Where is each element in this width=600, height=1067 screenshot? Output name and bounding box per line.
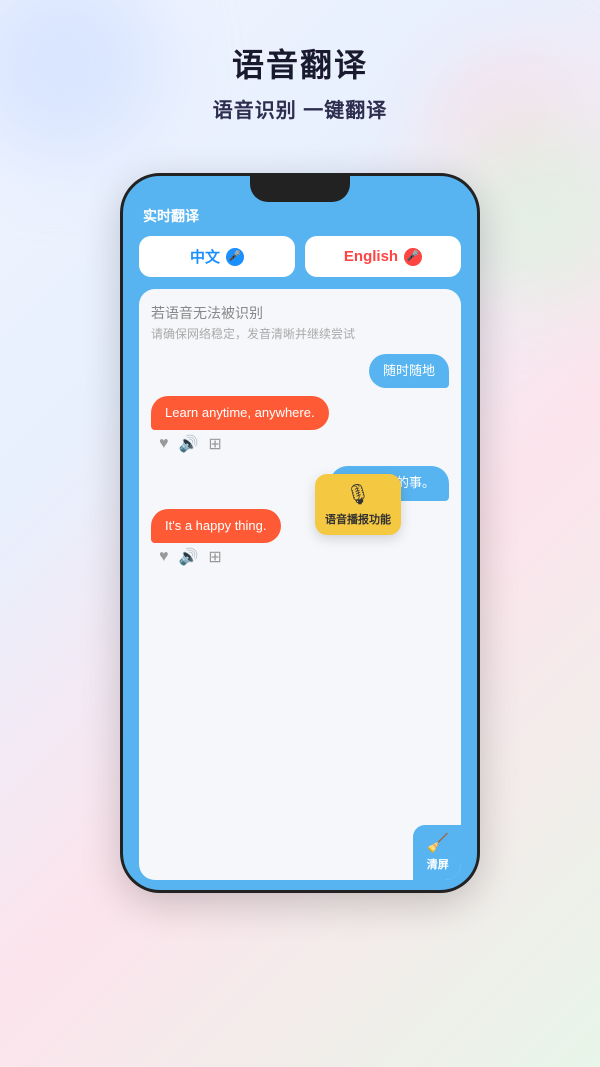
message-row-2: Learn anytime, anywhere. ♥ 🔊 ⊞ (151, 396, 449, 458)
clear-screen-button[interactable]: 🧹 清屏 (413, 825, 461, 880)
lang-english-label: English (344, 248, 398, 265)
error-message: 若语音无法被识别 请确保网络稳定，发音清晰并继续尝试 (151, 303, 449, 342)
tooltip-voice-broadcast: 🎙 语音播报功能 (315, 474, 401, 535)
bubble-left-2: It's a happy thing. (151, 509, 281, 543)
page-header: 语音翻译 语音识别 一键翻译 (0, 0, 600, 143)
phone-mockup: 实时翻译 中文 🎤 English 🎤 若语音无法被识别 请确保网络稳定，发音清… (120, 173, 480, 893)
chat-messages: 随时随地 Learn anytime, anywhere. ♥ 🔊 ⊞ 一件快乐… (151, 354, 449, 571)
chat-area: 若语音无法被识别 请确保网络稳定，发音清晰并继续尝试 随时随地 Learn an… (139, 289, 461, 880)
clear-label: 清屏 (427, 856, 449, 872)
speaker-icon-2[interactable]: 🔊 (179, 547, 199, 567)
lang-btn-english[interactable]: English 🎤 (305, 236, 461, 277)
copy-icon-1[interactable]: ⊞ (208, 434, 221, 454)
mic-icon-english: 🎤 (404, 248, 422, 266)
bubble-left-1: Learn anytime, anywhere. (151, 396, 329, 430)
page-main-title: 语音翻译 (20, 40, 580, 86)
phone-inner: 实时翻译 中文 🎤 English 🎤 若语音无法被识别 请确保网络稳定，发音清… (139, 206, 461, 880)
phone-wrapper: 实时翻译 中文 🎤 English 🎤 若语音无法被识别 请确保网络稳定，发音清… (0, 173, 600, 893)
broom-icon: 🧹 (427, 833, 449, 854)
message-row-1: 随时随地 (151, 354, 449, 388)
heart-icon-2[interactable]: ♥ (159, 548, 169, 566)
message-row-3: 一件快乐的事。 (151, 466, 449, 500)
language-selector-row: 中文 🎤 English 🎤 (139, 236, 461, 277)
mic-icon-chinese: 🎤 (226, 248, 244, 266)
lang-chinese-label: 中文 (190, 246, 220, 267)
message-row-4: It's a happy thing. ♥ 🔊 ⊞ (151, 509, 449, 571)
copy-icon-2[interactable]: ⊞ (208, 547, 221, 567)
bubble-right-1: 随时随地 (369, 354, 449, 388)
page-sub-title: 语音识别 一键翻译 (20, 94, 580, 123)
tooltip-mic-icon: 🎙 (345, 482, 370, 507)
action-icons-2: ♥ 🔊 ⊞ (151, 543, 230, 571)
action-icons-1: ♥ 🔊 ⊞ (151, 430, 230, 458)
error-main-text: 若语音无法被识别 (151, 303, 449, 323)
app-title: 实时翻译 (139, 206, 461, 236)
lang-btn-chinese[interactable]: 中文 🎤 (139, 236, 295, 277)
tooltip-label: 语音播报功能 (325, 511, 391, 527)
speaker-icon-1[interactable]: 🔊 (179, 434, 199, 454)
heart-icon-1[interactable]: ♥ (159, 435, 169, 453)
error-sub-text: 请确保网络稳定，发音清晰并继续尝试 (151, 325, 449, 342)
